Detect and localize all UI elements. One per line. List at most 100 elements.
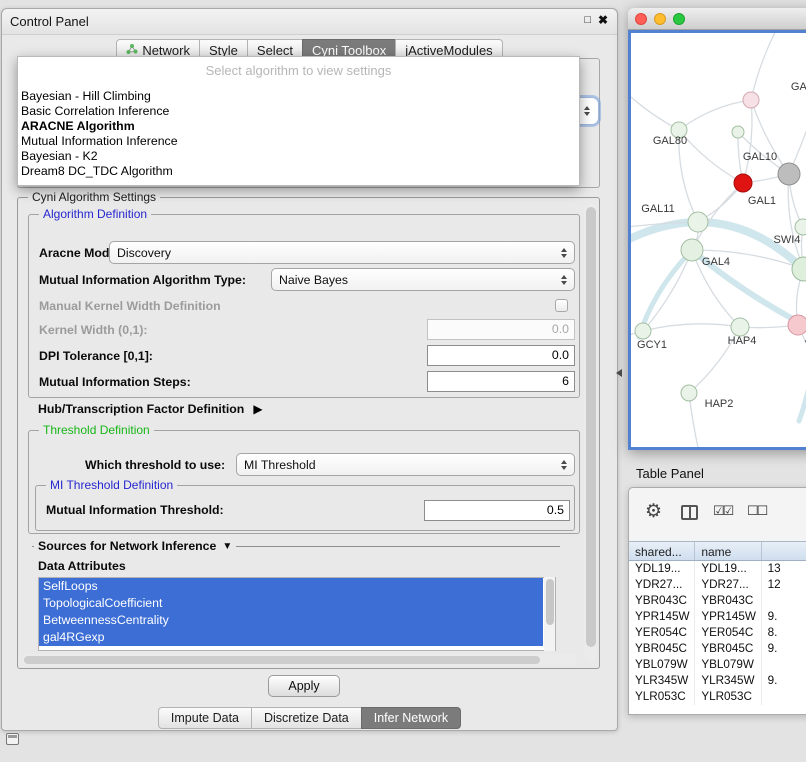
network-edge[interactable] [643,324,740,331]
scrollbar-thumb[interactable] [546,579,554,625]
table-cell: YPR145W [629,609,695,625]
manual-kernel-width-checkbox[interactable] [555,299,568,312]
apply-button[interactable]: Apply [268,675,340,697]
gear-icon[interactable]: ⚙ [645,500,662,523]
table-cell: YDL19... [629,561,695,577]
combo-stepper-icon [561,275,567,285]
tab-impute-data[interactable]: Impute Data [158,707,252,729]
network-node[interactable] [732,126,744,138]
attribute-item[interactable]: SelfLoops [39,578,543,595]
select-unchecked-rows-icon[interactable]: ☐☐ [747,503,766,519]
table-row[interactable]: YBR043CYBR043C [629,593,806,609]
network-node[interactable] [731,318,749,336]
tab-discretize-data[interactable]: Discretize Data [251,707,362,729]
kernel-width-input[interactable]: 0.0 [427,319,575,340]
scrollbar-thumb[interactable] [586,207,596,647]
expand-arrow-icon: ▶ [253,402,262,416]
attribute-item[interactable]: BetweennessCentrality [39,612,543,629]
minimize-traffic-light-icon[interactable] [654,13,666,25]
table-cell [762,689,806,705]
attribute-table: shared...name YDL19...YDL19...13YDR27...… [629,541,806,714]
network-node[interactable] [688,212,708,232]
network-node[interactable] [635,323,651,339]
table-row[interactable]: YLR053CYLR053C [629,689,806,705]
hub-definition-toggle[interactable]: Hub/Transcription Factor Definition ▶ [38,402,263,416]
settings-vertical-scrollbar[interactable] [584,203,597,661]
control-panel-window: Control Panel □ ✖ NetworkStyleSelectCyni… [1,8,618,731]
node-label: HAP4 [728,335,757,347]
algorithm-definition-legend: Algorithm Definition [39,207,151,221]
node-label: GCY1 [637,339,667,351]
settings-horizontal-scrollbar[interactable] [22,654,577,665]
zoom-traffic-light-icon[interactable] [673,13,685,25]
hub-definition-label: Hub/Transcription Factor Definition [38,402,244,416]
mi-steps-input[interactable]: 6 [427,371,575,392]
tab-infer-network[interactable]: Infer Network [361,707,461,729]
collapse-arrow-icon: ▼ [222,541,232,552]
node-label: SWI4 [774,234,801,246]
which-threshold-label: Which threshold to use: [85,458,225,472]
table-cell: YLR053C [695,689,761,705]
columns-icon[interactable] [681,505,698,520]
algorithm-option[interactable]: Bayesian - K2 [18,149,579,164]
algorithm-definition-groupbox: Algorithm Definition Aracne Mode: Discov… [28,214,580,398]
table-row[interactable]: YBL079WYBL079W [629,657,806,673]
table-cell: 9. [762,609,806,625]
network-node[interactable] [778,163,800,185]
which-threshold-select[interactable]: MI Threshold [236,453,575,476]
network-node[interactable] [795,219,806,235]
column-header[interactable]: shared... [629,542,695,560]
scrollbar-thumb[interactable] [24,656,540,664]
data-attributes-list[interactable]: SelfLoopsTopologicalCoefficientBetweenne… [38,577,556,651]
mi-threshold-input[interactable]: 0.5 [424,500,570,521]
network-node[interactable] [743,92,759,108]
float-window-icon[interactable]: □ [584,14,591,26]
network-edge[interactable] [679,100,751,130]
network-node[interactable] [681,385,697,401]
column-header[interactable] [762,542,806,560]
table-row[interactable]: YER054CYER054C8. [629,625,806,641]
column-header[interactable]: name [695,542,761,560]
sources-toggle[interactable]: Sources for Network Inference ▼ [34,539,236,553]
table-row[interactable]: YDL19...YDL19...13 [629,561,806,577]
aracne-mode-select[interactable]: Discovery [109,241,575,264]
window-title: Control Panel [10,14,89,29]
algorithm-option[interactable]: Basic Correlation Inference [18,104,579,119]
docked-panel-icon[interactable] [6,733,19,745]
close-traffic-light-icon[interactable] [635,13,647,25]
network-edge[interactable] [689,393,701,450]
algorithm-option[interactable]: Mutual Information Inference [18,134,579,149]
table-row[interactable]: YBR045CYBR045C9. [629,641,806,657]
panel-splitter-arrow[interactable] [616,369,622,377]
close-window-icon[interactable]: ✖ [598,13,608,27]
table-cell: YDR27... [695,577,761,593]
control-panel-titlebar: Control Panel □ ✖ [2,9,617,35]
attribute-item[interactable]: gal4RGexp [39,629,543,646]
table-row[interactable]: YLR345WYLR345W9. [629,673,806,689]
table-body: YDL19...YDL19...13YDR27...YDR27...12YBR0… [629,561,806,705]
table-row[interactable]: YDR27...YDR27...12 [629,577,806,593]
algorithm-option[interactable]: Bayesian - Hill Climbing [18,89,579,104]
mi-threshold-legend: MI Threshold Definition [46,478,177,492]
mi-algorithm-type-select[interactable]: Naive Bayes [271,268,575,291]
network-edge[interactable] [631,88,679,130]
network-canvas[interactable]: GAL7GAL80GAL10GAL11GAL1SWI4GAL4GCY1HAP4Y… [628,30,806,450]
attribute-list-scrollbar[interactable] [544,577,555,651]
cyni-settings-legend: Cyni Algorithm Settings [28,190,160,204]
table-row[interactable]: YPR145WYPR145W9. [629,609,806,625]
attribute-item[interactable]: TopologicalCoefficient [39,595,543,612]
dpi-tolerance-input[interactable]: 0.0 [427,345,575,366]
algorithm-option[interactable]: Dream8 DC_TDC Algorithm [18,164,579,179]
node-label: HAP2 [705,398,734,410]
network-edge[interactable] [789,61,806,174]
network-edge[interactable] [751,33,781,100]
select-checked-rows-icon[interactable]: ☑☑ [713,503,732,519]
network-node[interactable] [788,315,806,335]
network-node[interactable] [681,239,703,261]
network-edge[interactable] [643,250,692,331]
algorithm-option[interactable]: ARACNE Algorithm [18,119,579,134]
table-cell: YER054C [695,625,761,641]
table-cell: YBR043C [695,593,761,609]
network-node[interactable] [734,174,752,192]
network-edge[interactable] [679,130,743,183]
